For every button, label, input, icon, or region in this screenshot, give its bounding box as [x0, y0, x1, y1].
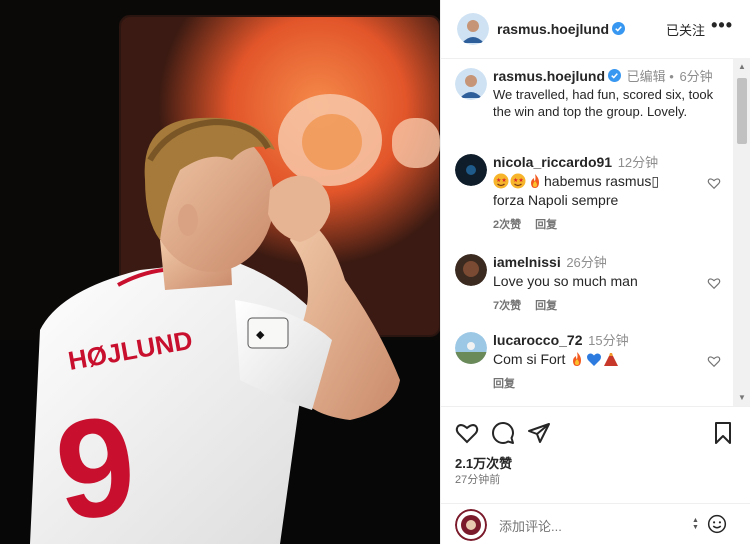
svg-text:◆: ◆ — [256, 329, 265, 341]
like-heart-icon[interactable] — [455, 421, 479, 445]
comment-icon[interactable] — [491, 421, 515, 445]
blue-heart-emoji-icon — [587, 353, 602, 366]
caption-time: 6分钟 — [679, 69, 713, 84]
jersey-number: 9 — [49, 386, 143, 544]
comment-item: nicola_riccardo91 12分钟 ★★ ★★ habemus rasmu… — [455, 154, 725, 234]
comment-text-line: ★★ ★★ habemus rasmus▯ forza Napoli sempre — [493, 172, 693, 210]
comments-list: rasmus.hoejlund 已编辑 • 6分钟 We travelled, … — [441, 58, 733, 406]
like-count[interactable]: 2.1万次赞 — [455, 453, 512, 472]
caption: rasmus.hoejlund 已编辑 • 6分钟 We travelled, … — [455, 68, 725, 146]
scrollbar-thumb[interactable] — [737, 78, 747, 144]
caption-username[interactable]: rasmus.hoejlund — [493, 68, 605, 84]
fire-emoji-icon — [573, 352, 582, 366]
svg-text:★★: ★★ — [496, 177, 507, 184]
comment-text-line: Com si Fort — [493, 350, 693, 369]
caption-avatar[interactable] — [455, 68, 487, 100]
post-header: rasmus.hoejlund 已关注 ••• — [441, 0, 750, 59]
comments-scrollbar[interactable]: ▲ ▼ — [733, 58, 750, 406]
comment-likes[interactable]: 2次赞 — [493, 219, 521, 231]
add-comment-input[interactable] — [497, 516, 681, 536]
author-avatar[interactable] — [457, 13, 489, 45]
reply-button[interactable]: 回复 — [535, 219, 557, 231]
post-action-bar: 2.1万次赞 27分钟前 ▲▼ — [441, 406, 750, 545]
verified-badge-icon — [612, 22, 626, 35]
commenter-username[interactable]: nicola_riccardo91 — [493, 154, 612, 170]
save-bookmark-icon[interactable] — [711, 421, 735, 445]
current-user-avatar — [455, 509, 487, 541]
commenter-avatar[interactable] — [455, 254, 487, 286]
player-image: ◆ HØJLUND 9 — [0, 0, 440, 544]
spinner-arrows-icon[interactable]: ▲ ▼ — [692, 517, 699, 531]
author-username[interactable]: rasmus.hoejlund — [497, 21, 609, 37]
emoji-picker-icon[interactable] — [707, 514, 727, 534]
reply-button[interactable]: 回复 — [535, 300, 557, 312]
follow-state-button[interactable]: 已关注 — [666, 20, 705, 39]
comment-item: iamelnissi 26分钟 Love you so much man 7次赞… — [455, 254, 725, 314]
caption-text: We travelled, had fun, scored six, took … — [493, 87, 714, 119]
commenter-username[interactable]: lucarocco_72 — [493, 332, 583, 348]
like-heart-icon[interactable] — [707, 276, 721, 290]
commenter-avatar[interactable] — [455, 154, 487, 186]
caption-edited: 已编辑 • — [626, 69, 674, 84]
like-heart-icon[interactable] — [707, 354, 721, 368]
commenter-username[interactable]: iamelnissi — [493, 254, 561, 270]
post-photo[interactable]: ◆ HØJLUND 9 — [0, 0, 440, 544]
comment-time: 12分钟 — [617, 155, 659, 170]
fire-emoji-icon — [531, 174, 539, 188]
reply-button[interactable]: 回复 — [493, 378, 515, 390]
svg-text:★★: ★★ — [513, 177, 524, 184]
comment-text: Com si Fort — [493, 351, 566, 367]
star-struck-emoji-icon: ★★ — [510, 173, 526, 189]
verified-badge-icon — [608, 69, 622, 82]
scroll-up-arrow-icon[interactable]: ▲ — [738, 62, 746, 71]
comment-likes[interactable]: 7次赞 — [493, 300, 521, 312]
add-comment-bar: ▲▼ — [441, 503, 750, 546]
like-heart-icon[interactable] — [707, 176, 721, 190]
commenter-avatar[interactable] — [455, 332, 487, 364]
star-struck-emoji-icon: ★★ — [493, 173, 509, 189]
share-icon[interactable] — [527, 421, 551, 445]
post-timestamp: 27分钟前 — [455, 474, 501, 486]
author-line: rasmus.hoejlund — [497, 21, 626, 39]
scroll-down-arrow-icon[interactable]: ▼ — [738, 393, 746, 402]
comment-time: 26分钟 — [566, 255, 607, 270]
post-side-panel: rasmus.hoejlund 已关注 ••• rasmus.hoejlund … — [440, 0, 750, 544]
volcano-emoji-icon — [604, 353, 619, 366]
more-options-icon[interactable]: ••• — [711, 15, 733, 36]
comment-item: lucarocco_72 15分钟 Com si Fort 回复 — [455, 332, 725, 392]
comment-text: Love you so much man — [493, 273, 638, 289]
comment-time: 15分钟 — [588, 333, 629, 348]
